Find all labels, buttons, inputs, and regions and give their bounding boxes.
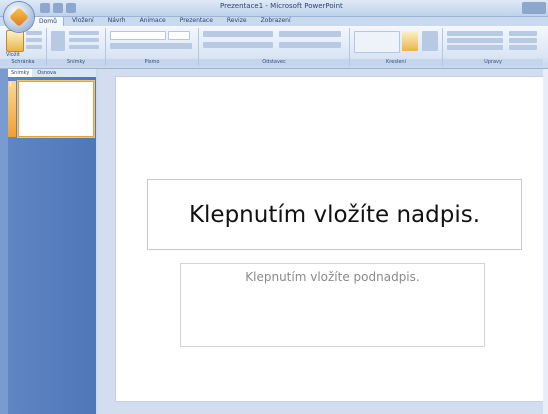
layout-button[interactable] (69, 31, 99, 35)
clipboard-group: Vložit Schránka (0, 28, 47, 66)
paste-label: Vložit (6, 52, 20, 58)
left-strip (0, 69, 8, 414)
tab-animations[interactable]: Animace (134, 16, 172, 26)
text-direction-button[interactable] (279, 31, 341, 37)
editing-group-label: Úpravy (443, 59, 543, 66)
undo-icon[interactable] (53, 3, 63, 13)
reset-button[interactable] (69, 38, 99, 42)
shape-effects-button[interactable] (447, 45, 503, 50)
cut-button[interactable] (26, 31, 42, 35)
window-controls[interactable] (522, 2, 546, 14)
panel-tabs: Snímky Osnova (8, 69, 96, 77)
format-painter-button[interactable] (26, 45, 42, 49)
tab-design[interactable]: Návrh (102, 16, 132, 26)
redo-icon[interactable] (66, 3, 76, 13)
list-buttons[interactable] (203, 31, 273, 37)
quick-access-toolbar (40, 3, 92, 13)
editing-group: Úpravy (443, 28, 543, 66)
find-button[interactable] (509, 31, 537, 36)
font-formatting-buttons[interactable] (110, 43, 192, 49)
slides-group-label: Snímky (47, 59, 105, 66)
save-icon[interactable] (40, 3, 50, 13)
shape-outline-button[interactable] (447, 38, 503, 43)
window-title: Prezentace1 - Microsoft PowerPoint (220, 2, 343, 10)
tab-review[interactable]: Revize (221, 16, 253, 26)
title-placeholder[interactable]: Klepnutím vložíte nadpis. (147, 179, 522, 250)
quick-styles-button[interactable] (422, 31, 438, 51)
title-bar: Prezentace1 - Microsoft PowerPoint (0, 0, 548, 17)
paragraph-group: Odstavec (199, 28, 350, 66)
font-size-select[interactable] (168, 31, 190, 40)
tab-insert[interactable]: Vložení (66, 16, 100, 26)
font-name-select[interactable] (110, 31, 166, 40)
copy-button[interactable] (26, 38, 42, 42)
paragraph-group-label: Odstavec (199, 59, 349, 66)
delete-slide-button[interactable] (69, 45, 99, 49)
tab-view[interactable]: Zobrazení (255, 16, 297, 26)
drawing-group: Kreslení (350, 28, 443, 66)
replace-button[interactable] (509, 38, 537, 43)
alignment-buttons[interactable] (203, 42, 273, 48)
thumbnail-selection-marker (8, 81, 16, 137)
shapes-gallery[interactable] (354, 31, 400, 53)
slide-number: 1 (9, 82, 13, 88)
office-button[interactable] (4, 2, 34, 32)
shape-fill-button[interactable] (447, 31, 503, 36)
tab-slides[interactable]: Snímky (8, 69, 33, 77)
slide-canvas[interactable]: Klepnutím vložíte nadpis. Klepnutím vlož… (115, 76, 545, 402)
slides-group: Snímky (47, 28, 106, 66)
new-slide-button[interactable] (51, 31, 65, 51)
drawing-group-label: Kreslení (350, 59, 442, 66)
arrange-button[interactable] (402, 31, 418, 51)
office-logo-icon (9, 7, 29, 27)
subtitle-placeholder[interactable]: Klepnutím vložíte podnadpis. (180, 263, 485, 347)
ribbon: Vložit Schránka Snímky Písmo Odstavec Kr… (0, 26, 548, 69)
slide-thumbnail[interactable] (18, 81, 94, 137)
slides-panel: Snímky Osnova 1 (8, 69, 96, 414)
slide-workspace: Klepnutím vložíte nadpis. Klepnutím vlož… (98, 69, 548, 414)
vertical-scrollbar[interactable] (543, 69, 548, 414)
select-button[interactable] (509, 45, 537, 50)
clipboard-group-label: Schránka (0, 59, 46, 66)
tab-outline[interactable]: Osnova (34, 69, 59, 77)
ribbon-tabs: Domů Vložení Návrh Animace Prezentace Re… (32, 16, 297, 27)
paste-icon[interactable] (6, 30, 24, 52)
tab-slideshow[interactable]: Prezentace (174, 16, 219, 26)
font-group-label: Písmo (106, 59, 198, 66)
font-group: Písmo (106, 28, 199, 66)
align-text-button[interactable] (279, 42, 341, 48)
